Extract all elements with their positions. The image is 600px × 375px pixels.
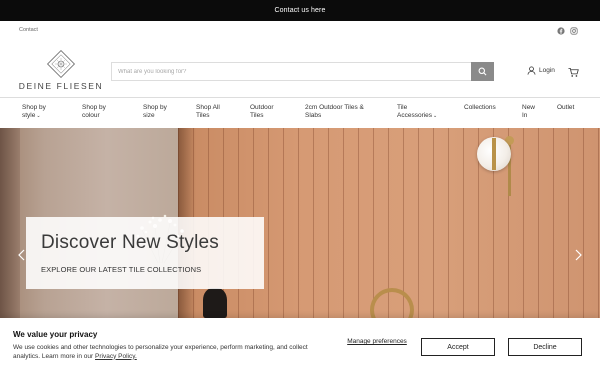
nav-item-2cm-outdoor[interactable]: 2cm Outdoor Tiles & Slabs — [305, 104, 364, 120]
cart-button[interactable] — [568, 65, 579, 83]
announcement-link[interactable]: Contact us here — [275, 7, 326, 14]
login-link[interactable]: Login — [527, 66, 555, 75]
cookie-title: We value your privacy — [13, 330, 98, 339]
privacy-policy-link[interactable]: Privacy Policy. — [95, 353, 137, 360]
main-nav: Shop by style⌄ Shop by colour Shop by si… — [0, 97, 600, 126]
search-input[interactable] — [112, 63, 472, 80]
nav-item-outlet[interactable]: Outlet — [557, 104, 574, 112]
hero-slideshow[interactable]: Discover New Styles EXPLORE OUR LATEST T… — [0, 128, 600, 318]
hero-card[interactable]: Discover New Styles EXPLORE OUR LATEST T… — [26, 217, 264, 289]
lamp-band — [492, 138, 496, 170]
vase-image — [203, 288, 227, 318]
cart-icon — [568, 67, 579, 77]
nav-item-shop-by-size[interactable]: Shop by size — [143, 104, 167, 120]
slide-next-button[interactable] — [571, 245, 585, 265]
cookie-text: We use cookies and other technologies to… — [13, 344, 308, 360]
manage-preferences-link[interactable]: Manage preferences — [346, 338, 408, 346]
nav-item-collections[interactable]: Collections — [464, 104, 496, 112]
logo[interactable]: DEINE FLIESEN — [18, 48, 104, 94]
nav-item-tile-accessories[interactable]: Tile Accessories⌄ — [397, 104, 437, 120]
nav-item-shop-all-tiles[interactable]: Shop All Tiles — [196, 104, 220, 120]
logo-diamond-icon — [47, 50, 75, 78]
hero-title: Discover New Styles — [41, 232, 220, 253]
nav-item-shop-by-style[interactable]: Shop by style⌄ — [22, 104, 46, 120]
slide-prev-button[interactable] — [14, 245, 28, 265]
login-label: Login — [539, 67, 555, 74]
contact-link[interactable]: Contact — [19, 27, 38, 33]
search-button[interactable] — [471, 62, 494, 81]
hero-subtitle[interactable]: EXPLORE OUR LATEST TILE COLLECTIONS — [41, 265, 201, 274]
search-bar — [111, 62, 494, 81]
accept-button[interactable]: Accept — [421, 338, 495, 356]
user-icon — [527, 66, 536, 75]
chevron-down-icon: ⌄ — [36, 113, 41, 119]
chevron-down-icon: ⌄ — [433, 113, 438, 119]
chevron-right-icon — [575, 249, 582, 261]
announcement-bar[interactable]: Contact us here — [0, 0, 600, 21]
logo-text: DEINE FLIESEN — [18, 81, 104, 91]
cookie-banner: We value your privacy We use cookies and… — [0, 318, 600, 375]
nav-item-new-in[interactable]: New In — [522, 104, 535, 120]
facebook-icon[interactable] — [556, 26, 565, 35]
nav-item-outdoor-tiles[interactable]: Outdoor Tiles — [250, 104, 274, 120]
search-icon — [478, 67, 487, 76]
chevron-left-icon — [17, 249, 24, 261]
nav-item-shop-by-colour[interactable]: Shop by colour — [82, 104, 106, 120]
hero-edge — [0, 128, 20, 318]
decline-button[interactable]: Decline — [508, 338, 582, 356]
instagram-icon[interactable] — [569, 26, 578, 35]
